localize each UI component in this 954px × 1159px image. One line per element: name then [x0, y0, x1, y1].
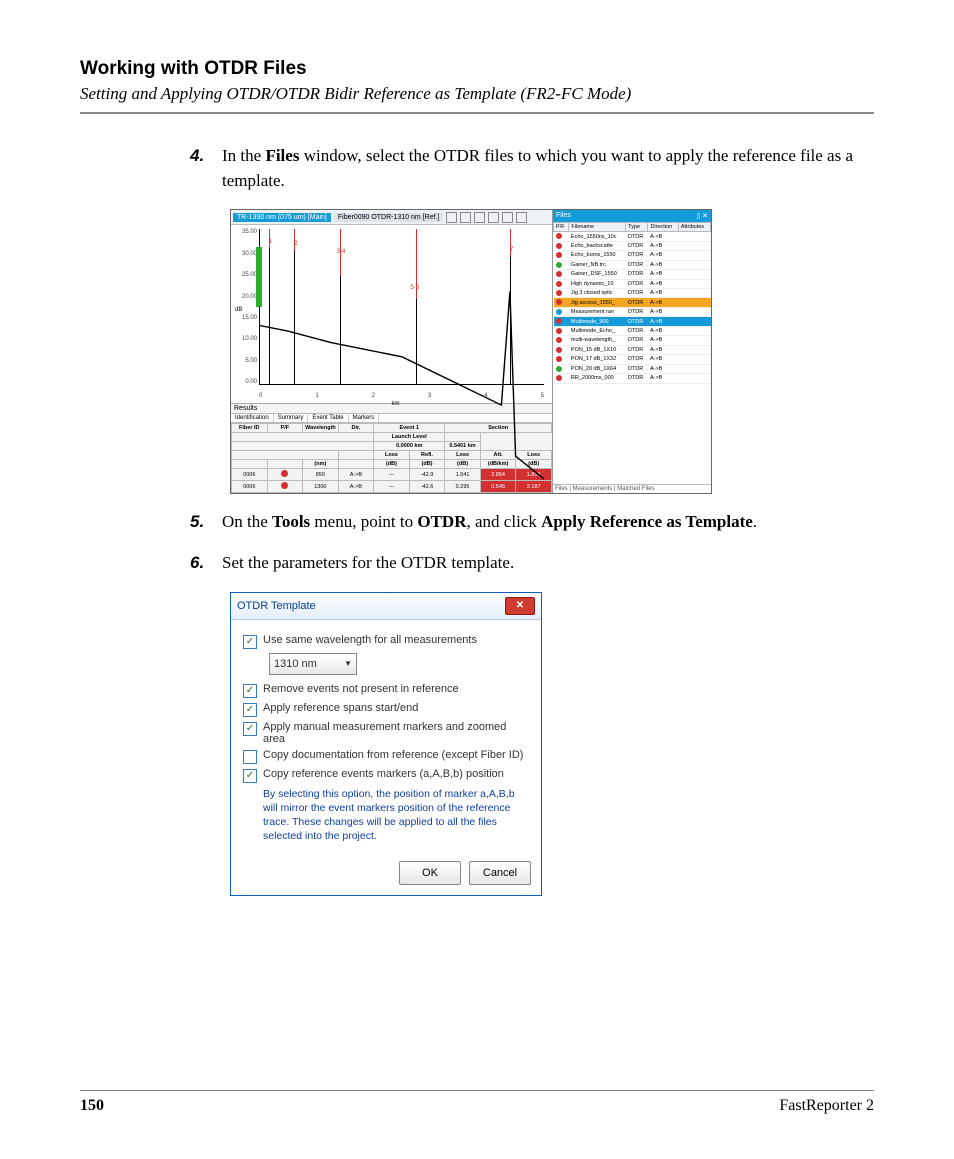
files-panel-header: Files▯ ✕ [553, 210, 711, 222]
file-row[interactable]: Gainer_NB.trcOTDRA->B [554, 260, 711, 269]
file-row[interactable]: Multimode_900OTDRA->B [554, 317, 711, 326]
toolbar-icon[interactable] [488, 212, 499, 223]
trace-tab-inactive[interactable]: Fiber0090 OTDR-1310 nm [Ref.] [334, 213, 444, 222]
checkbox[interactable] [243, 703, 257, 717]
dialog-title: OTDR Template [237, 600, 316, 612]
file-row[interactable]: Echo_backscatteOTDRA->B [554, 241, 711, 250]
step-text: Set the parameters for the OTDR template… [222, 551, 874, 576]
x-axis-label: km [392, 401, 400, 407]
toolbar-icon[interactable] [460, 212, 471, 223]
wavelength-select[interactable]: 1310 nm▼ [269, 653, 357, 675]
files-footer-tabs[interactable]: Files | Measurements | Matched Files [553, 484, 711, 493]
files-table[interactable]: P/FFilenameTypeDirectionAttributes Echo_… [553, 222, 711, 383]
trace-tab-active[interactable]: TR-1390 nm (075 um) [Main] [233, 213, 331, 222]
dialog-titlebar: OTDR Template ✕ [231, 593, 541, 620]
file-row[interactable]: High dynamic_10OTDRA->B [554, 279, 711, 288]
checkbox[interactable] [243, 635, 257, 649]
file-row[interactable]: PON_15 dB_1X10OTDRA->B [554, 345, 711, 354]
toolbar-icon[interactable] [474, 212, 485, 223]
ok-button[interactable]: OK [399, 861, 461, 885]
step-text: In the Files window, select the OTDR fil… [222, 144, 874, 193]
toolbar-icon[interactable] [502, 212, 513, 223]
step-number: 6. [190, 551, 222, 576]
file-row[interactable]: RR_2000ms_000OTDRA->B [554, 374, 711, 383]
file-row[interactable]: Echo_burns_1550OTDRA->B [554, 251, 711, 260]
y-axis-label: dB [235, 307, 242, 313]
checkbox-label: Apply manual measurement markers and zoo… [263, 721, 529, 745]
checkbox[interactable] [243, 684, 257, 698]
header-rule [80, 112, 874, 114]
screenshot-otdr-app: TR-1390 nm (075 um) [Main] Fiber0090 OTD… [230, 209, 874, 494]
chevron-down-icon: ▼ [344, 659, 352, 668]
file-row[interactable]: Measurement ranOTDRA->B [554, 307, 711, 316]
file-row[interactable]: multi-wavelength_OTDRA->B [554, 336, 711, 345]
section-subtitle: Setting and Applying OTDR/OTDR Bidir Ref… [80, 84, 874, 104]
file-row[interactable]: Jig 3 closed splicOTDRA->B [554, 289, 711, 298]
cancel-button[interactable]: Cancel [469, 861, 531, 885]
product-name: FastReporter 2 [779, 1097, 874, 1115]
step-number: 4. [190, 144, 222, 193]
file-row[interactable]: Echo_1550ns_10cOTDRA->B [554, 232, 711, 241]
close-icon[interactable]: ✕ [505, 597, 535, 615]
step-list: 5. On the Tools menu, point to OTDR, and… [80, 510, 874, 575]
plot-area: 1 2 3·4 5·6 7 [259, 229, 544, 385]
section-title: Working with OTDR Files [80, 58, 874, 80]
otdr-trace-chart: 35.0030.0025.0020.0015.0010.005.000.00 1… [235, 229, 548, 399]
screenshot-otdr-template-dialog: OTDR Template ✕ Use same wavelength for … [230, 592, 874, 897]
checkbox-label: Copy documentation from reference (excep… [263, 749, 523, 761]
dialog-note: By selecting this option, the position o… [263, 787, 529, 844]
file-row[interactable]: Multimode_Echo_OTDRA->B [554, 326, 711, 335]
file-row[interactable]: PON_20 dB_1X64OTDRA->B [554, 364, 711, 373]
checkbox[interactable] [243, 769, 257, 783]
panel-controls-icon[interactable]: ▯ ✕ [696, 212, 708, 220]
file-row[interactable]: Gainer_DSF_1550OTDRA->B [554, 270, 711, 279]
file-row[interactable]: PON_17 dB_1X32OTDRA->B [554, 355, 711, 364]
step-list: 4. In the Files window, select the OTDR … [80, 144, 874, 193]
checkbox-label: Use same wavelength for all measurements [263, 634, 477, 646]
checkbox-label: Remove events not present in reference [263, 683, 459, 695]
page-number: 150 [80, 1097, 104, 1115]
file-row[interactable]: Jig access_1550_OTDRA->B [554, 298, 711, 307]
toolbar-icon[interactable] [516, 212, 527, 223]
page-footer: 150 FastReporter 2 [80, 1090, 874, 1115]
checkbox[interactable] [243, 722, 257, 736]
checkbox-label: Apply reference spans start/end [263, 702, 418, 714]
checkbox-label: Copy reference events markers (a,A,B,b) … [263, 768, 504, 780]
step-number: 5. [190, 510, 222, 535]
step-text: On the Tools menu, point to OTDR, and cl… [222, 510, 874, 535]
checkbox[interactable] [243, 750, 257, 764]
toolbar-icon[interactable] [446, 212, 457, 223]
trace-toolbar: TR-1390 nm (075 um) [Main] Fiber0090 OTD… [231, 210, 552, 225]
